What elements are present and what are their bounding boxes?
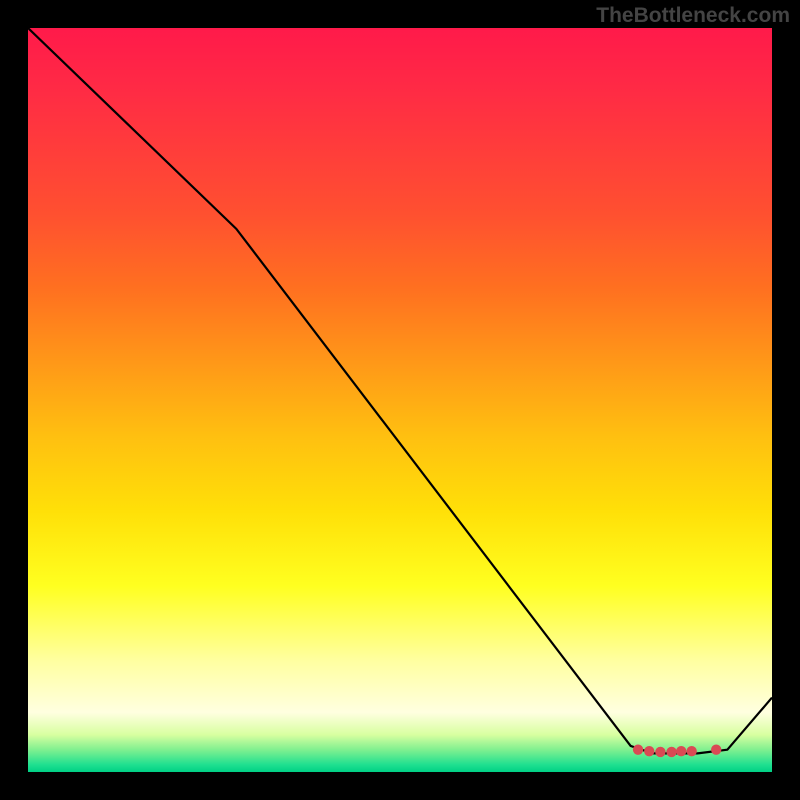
marker-point (676, 746, 686, 756)
marker-point (644, 746, 654, 756)
marker-point (655, 747, 665, 757)
chart-area (28, 28, 772, 772)
marker-point (666, 747, 676, 757)
marker-point (633, 744, 643, 754)
data-curve (28, 28, 772, 753)
marker-point (686, 746, 696, 756)
data-markers (633, 744, 722, 757)
chart-svg (28, 28, 772, 772)
watermark-text: TheBottleneck.com (596, 4, 790, 28)
marker-point (711, 744, 721, 754)
